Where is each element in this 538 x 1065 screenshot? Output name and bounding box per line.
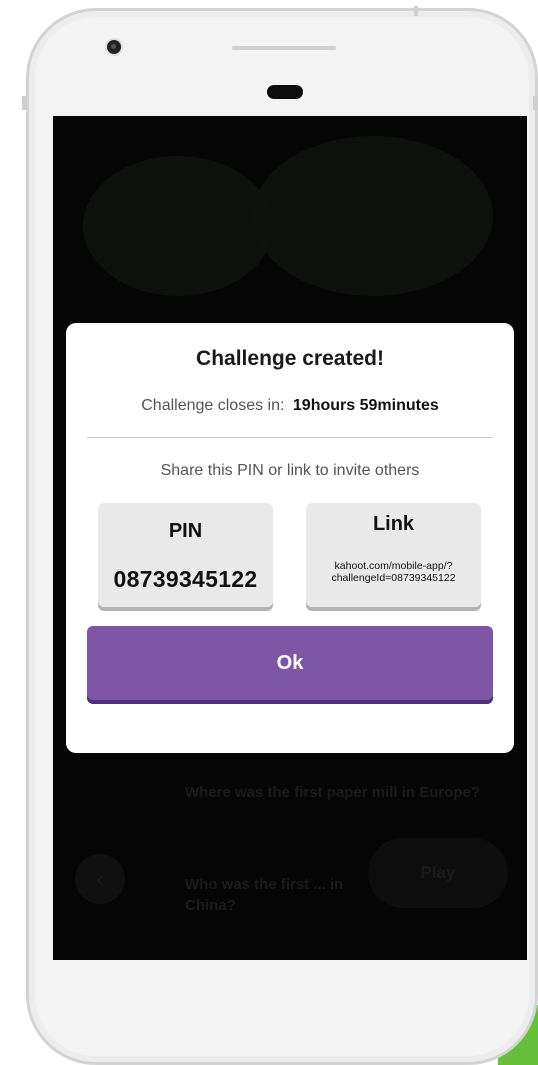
closes-value: 19hours 59minutes (292, 397, 439, 414)
challenge-created-dialog: Challenge created! Challenge closes in: … (66, 323, 514, 753)
chevron-left-icon: ‹ (96, 866, 104, 891)
closes-label: Challenge closes in: (141, 397, 285, 414)
link-label: Link (372, 513, 415, 535)
speaker-grille (232, 46, 336, 50)
phone-side-button (533, 96, 538, 110)
divider (87, 437, 493, 438)
link-value: kahoot.com/mobile-app/? challengeId=08739… (331, 560, 456, 584)
phone-top-button (414, 6, 418, 16)
background-question-text: Who was the first ... in China? (185, 876, 344, 914)
background-map-shape (253, 136, 493, 296)
pin-label: PIN (168, 520, 203, 542)
dialog-title: Challenge created! (196, 347, 384, 370)
background-map-shape (83, 156, 273, 296)
pin-card[interactable]: PIN 08739345122 (98, 503, 273, 607)
back-button[interactable]: ‹ (75, 854, 125, 904)
background-question-text: Where was the first paper mill in Europe… (185, 784, 481, 801)
phone-side-button (22, 96, 27, 110)
challenge-closes-text: Challenge closes in: 19hours 59minutes (66, 397, 514, 415)
play-button[interactable]: Play (368, 838, 508, 908)
share-instructions: Share this PIN or link to invite others (160, 462, 420, 479)
ok-button[interactable]: Ok (87, 626, 493, 700)
proximity-sensor (267, 85, 303, 99)
pin-value: 08739345122 (113, 566, 258, 592)
front-camera-icon (107, 40, 121, 54)
link-card[interactable]: Link kahoot.com/mobile-app/? challengeId=… (306, 503, 481, 607)
